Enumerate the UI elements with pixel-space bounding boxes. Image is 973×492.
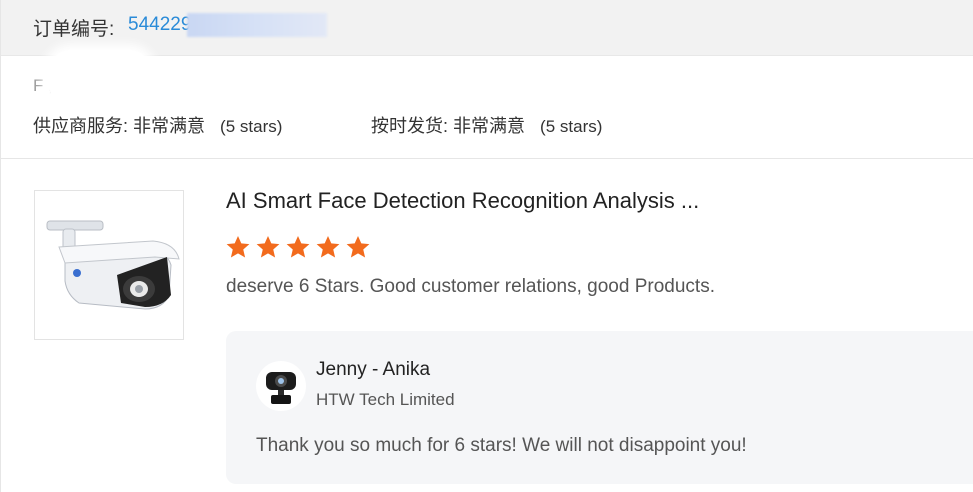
- reply-message: Thank you so much for 6 stars! We will n…: [256, 435, 747, 456]
- reply-company-name: HTW Tech Limited: [316, 390, 455, 409]
- star-icon: [346, 235, 370, 258]
- redaction-mask: [49, 50, 151, 106]
- redaction-mask: [187, 13, 327, 37]
- product-title-link[interactable]: AI Smart Face Detection Recognition Anal…: [226, 188, 699, 214]
- divider: [1, 158, 973, 159]
- product-image[interactable]: [34, 190, 184, 340]
- ontime-delivery-stars: (5 stars): [540, 117, 603, 136]
- ontime-delivery-rating: 按时发货: 非常满意 (5 stars): [371, 112, 602, 138]
- order-header: 订单编号: 544229: [1, 0, 973, 56]
- star-icon: [256, 235, 280, 258]
- ontime-delivery-label: 按时发货:: [371, 116, 449, 136]
- review-star-rating: [225, 234, 371, 262]
- order-number-link[interactable]: 544229: [128, 14, 191, 36]
- review-text: deserve 6 Stars. Good customer relations…: [226, 276, 715, 297]
- star-icon: [226, 235, 250, 258]
- supplier-service-rating: 供应商服务: 非常满意 (5 stars): [33, 112, 282, 138]
- order-number-label: 订单编号:: [33, 19, 115, 40]
- avatar: [256, 361, 306, 411]
- security-camera-icon: [46, 220, 180, 310]
- reply-author-name: Jenny - Anika: [316, 359, 431, 380]
- webcam-icon: [266, 372, 296, 404]
- supplier-service-label: 供应商服务:: [33, 116, 129, 136]
- seller-reply: Jenny - Anika HTW Tech Limited Thank you…: [226, 331, 973, 484]
- supplier-service-value: 非常满意: [133, 116, 206, 136]
- ontime-delivery-value: 非常满意: [453, 116, 526, 136]
- star-icon: [286, 235, 310, 258]
- supplier-service-stars: (5 stars): [220, 117, 283, 136]
- review-page: 订单编号: 544229 F ,Nigeria 供应商服务: 非常满意 (5 s…: [0, 0, 973, 492]
- star-icon: [316, 235, 340, 258]
